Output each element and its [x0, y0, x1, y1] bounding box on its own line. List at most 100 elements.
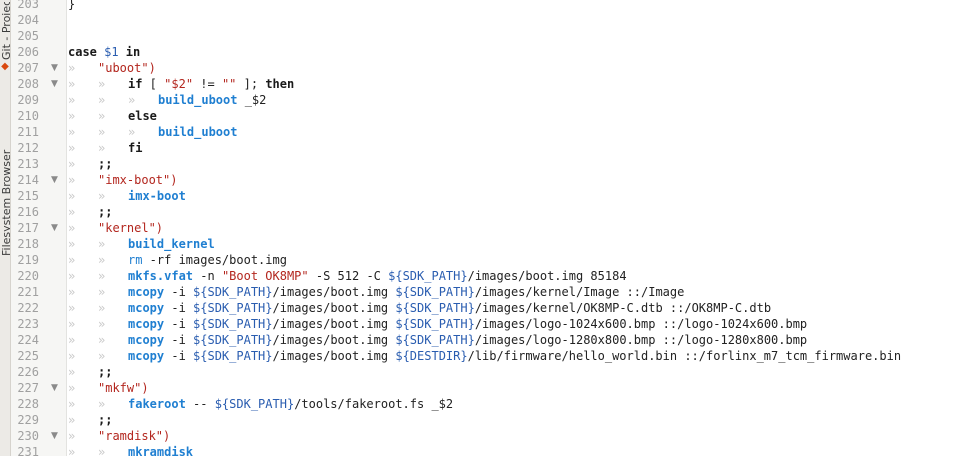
code-text[interactable]: »;; — [68, 364, 112, 380]
code-token: /images/boot.img — [272, 349, 396, 363]
code-token: /tools/fakeroot.fs _$2 — [294, 397, 454, 411]
code-text[interactable]: » » fi — [68, 140, 142, 156]
code-text[interactable]: »;; — [68, 412, 112, 428]
code-line: 213 »;; — [0, 156, 964, 172]
code-token: ${SDK_PATH} — [193, 349, 273, 363]
code-text[interactable]: » » » build_uboot — [68, 124, 237, 140]
code-token: then — [265, 77, 295, 91]
code-line: 205 — [0, 28, 964, 44]
code-text[interactable]: case $1 in — [68, 44, 140, 60]
code-token: ;; — [98, 205, 113, 219]
code-text[interactable]: » » rm -rf images/boot.img — [68, 252, 287, 268]
line-number: 228 — [17, 397, 39, 411]
code-token: ${SDK_PATH} — [214, 397, 295, 411]
line-number: 231 — [17, 445, 39, 459]
code-token: ${SDK_PATH} — [193, 333, 273, 347]
code-text[interactable]: » "uboot") — [68, 60, 156, 76]
tab-whitespace-marker: » — [98, 349, 106, 363]
code-text[interactable]: » "ramdisk") — [68, 428, 170, 444]
code-token: ${SDK_PATH} — [395, 333, 475, 347]
code-token: /images/logo-1280x800.bmp ::/logo-1280x8… — [474, 333, 808, 347]
code-text[interactable]: » » if [ "$2" != "" ]; then — [68, 76, 294, 92]
line-number: 226 — [17, 365, 39, 379]
code-token: ${SDK_PATH} — [193, 301, 273, 315]
code-text[interactable]: » "imx-boot") — [68, 172, 177, 188]
code-text[interactable]: » "kernel") — [68, 220, 163, 236]
line-number: 203 — [17, 0, 39, 11]
code-token: mcopy — [128, 301, 165, 315]
code-token: "$2" — [164, 77, 194, 91]
code-text[interactable]: »;; — [68, 204, 112, 220]
code-text[interactable]: » » mcopy -i ${SDK_PATH}/images/boot.img $… — [68, 316, 807, 332]
code-text[interactable]: » » mcopy -i ${SDK_PATH}/images/boot.img $… — [68, 348, 901, 364]
code-line: 206 case $1 in — [0, 44, 964, 60]
code-token: ;; — [98, 365, 113, 379]
code-line: 219 » » rm -rf images/boot.img — [0, 252, 964, 268]
code-token: != — [193, 77, 222, 91]
fold-toggle-icon[interactable]: ▼ — [51, 172, 61, 188]
code-line: 217 ▼ » "kernel") — [0, 220, 964, 236]
code-line: 220 » » mkfs.vfat -n "Boot OK8MP" -S 512 -C… — [0, 268, 964, 284]
code-token: ${DESTDIR} — [395, 349, 468, 363]
fold-toggle-icon[interactable]: ▼ — [51, 76, 61, 92]
code-token: "mkfw") — [98, 381, 149, 395]
code-token: mcopy — [128, 349, 165, 363]
line-number: 219 — [17, 253, 39, 267]
tab-whitespace-marker: » — [98, 125, 106, 139]
code-line: 204 — [0, 12, 964, 28]
code-text[interactable]: » » else — [68, 108, 157, 124]
code-token: ${SDK_PATH} — [395, 301, 475, 315]
tab-whitespace-marker: » — [98, 77, 106, 91]
code-token: "" — [221, 77, 237, 91]
code-token: mcopy — [128, 285, 165, 299]
line-number: 220 — [17, 269, 39, 283]
tab-whitespace-marker: » — [68, 269, 76, 283]
fold-toggle-icon[interactable]: ▼ — [51, 380, 61, 396]
tab-whitespace-marker: » — [68, 173, 76, 187]
code-text[interactable]: } — [68, 0, 75, 12]
line-number: 204 — [17, 13, 39, 27]
code-text[interactable]: » "mkfw") — [68, 380, 149, 396]
code-line: 218 » » build_kernel — [0, 236, 964, 252]
code-token: /images/kernel/Image ::/Image — [474, 285, 685, 299]
fold-toggle-icon[interactable]: ▼ — [51, 220, 61, 236]
tab-whitespace-marker: » — [68, 333, 76, 347]
tab-whitespace-marker: » — [68, 429, 76, 443]
code-text[interactable]: » » imx-boot — [68, 188, 186, 204]
code-token: imx-boot — [128, 189, 186, 203]
code-line: 228 » » fakeroot -- ${SDK_PATH}/tools/faker… — [0, 396, 964, 412]
tab-whitespace-marker: » — [68, 317, 76, 331]
code-line: 214 ▼ » "imx-boot") — [0, 172, 964, 188]
code-token: ${SDK_PATH} — [395, 285, 475, 299]
tab-whitespace-marker: » — [98, 109, 106, 123]
code-text[interactable]: » » mcopy -i ${SDK_PATH}/images/boot.img $… — [68, 332, 807, 348]
fold-toggle-icon[interactable]: ▼ — [51, 428, 61, 444]
code-text[interactable]: »;; — [68, 156, 112, 172]
code-line: 222 » » mcopy -i ${SDK_PATH}/images/boot.im… — [0, 300, 964, 316]
tab-whitespace-marker: » — [98, 269, 106, 283]
code-line: 215 » » imx-boot — [0, 188, 964, 204]
code-text[interactable]: » » mcopy -i ${SDK_PATH}/images/boot.img $… — [68, 284, 684, 300]
code-token: -i — [164, 333, 194, 347]
code-token: /images/kernel/OK8MP-C.dtb ::/OK8MP-C.dt… — [474, 301, 772, 315]
code-token: } — [68, 0, 76, 11]
code-text[interactable]: » » mcopy -i ${SDK_PATH}/images/boot.img $… — [68, 300, 771, 316]
line-number: 217 — [17, 221, 39, 235]
code-token: -i — [164, 285, 194, 299]
code-text[interactable]: » » mkfs.vfat -n "Boot OK8MP" -S 512 -C ${… — [68, 268, 627, 284]
code-text[interactable]: » » » build_uboot _$2 — [68, 92, 266, 108]
tab-whitespace-marker: » — [98, 237, 106, 251]
code-token: $1 — [104, 45, 119, 59]
code-token: case — [68, 45, 105, 59]
code-text[interactable]: » » mkramdisk — [68, 444, 193, 460]
code-line: 209 » » » build_uboot _$2 — [0, 92, 964, 108]
code-token: build_kernel — [128, 237, 215, 251]
line-number: 212 — [17, 141, 39, 155]
code-text[interactable]: » » fakeroot -- ${SDK_PATH}/tools/fakeroot… — [68, 396, 453, 412]
code-line: 221 » » mcopy -i ${SDK_PATH}/images/boot.im… — [0, 284, 964, 300]
code-text[interactable]: » » build_kernel — [68, 236, 215, 252]
code-token: -rf images/boot.img — [142, 253, 287, 267]
code-token: in — [118, 45, 141, 59]
tab-whitespace-marker: » — [68, 93, 76, 107]
fold-toggle-icon[interactable]: ▼ — [51, 60, 61, 76]
